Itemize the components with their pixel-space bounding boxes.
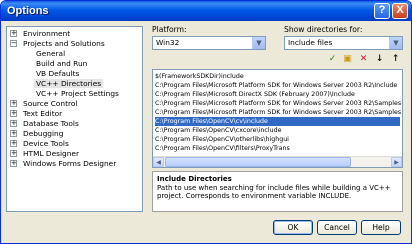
dialog-title: Options: [7, 5, 49, 17]
scroll-thumb[interactable]: [165, 157, 351, 167]
description-panel: Include Directories Path to use when sea…: [152, 171, 403, 212]
list-item[interactable]: C:\Program Files\OpenCV\otherlibs\highgu…: [155, 135, 289, 144]
list-item[interactable]: C:\Program Files\OpenCV\cxcore\include: [155, 126, 281, 135]
platform-label: Platform:: [152, 25, 187, 34]
expand-icon[interactable]: +: [10, 110, 17, 117]
list-item-selected[interactable]: C:\Program Files\OpenCV\cv\include: [155, 117, 400, 126]
platform-select[interactable]: Win32 ▼: [152, 36, 266, 50]
expand-icon[interactable]: +: [10, 130, 17, 137]
expand-icon[interactable]: +: [10, 160, 17, 167]
check-icon[interactable]: ✓: [326, 53, 339, 66]
expand-icon[interactable]: +: [10, 140, 17, 147]
title-bar[interactable]: Options ? X: [1, 1, 411, 21]
options-dialog: Options ? X + Environment − Projects and…: [0, 0, 412, 244]
platform-value: Win32: [156, 38, 180, 47]
tree-item-windows-forms-designer[interactable]: Windows Forms Designer: [21, 158, 118, 169]
list-item[interactable]: C:\Program Files\Microsoft Platform SDK …: [155, 108, 401, 117]
cancel-button[interactable]: Cancel: [317, 220, 357, 235]
show-directories-label: Show directories for:: [284, 25, 363, 34]
collapse-icon[interactable]: −: [10, 40, 17, 47]
options-tree[interactable]: + Environment − Projects and Solutions G…: [6, 26, 143, 212]
expand-icon[interactable]: +: [10, 150, 17, 157]
help-title-button[interactable]: ?: [374, 3, 390, 19]
scroll-right-icon[interactable]: ▶: [391, 157, 402, 167]
list-item[interactable]: C:\Program Files\OpenCV\filters\ProxyTra…: [155, 144, 290, 153]
delete-icon[interactable]: ✕: [357, 53, 370, 66]
description-text: Path to use when searching for include f…: [157, 184, 391, 200]
close-button[interactable]: X: [392, 3, 408, 19]
show-directories-value: Include files: [288, 38, 333, 47]
description-title: Include Directories: [157, 175, 232, 183]
scroll-left-icon[interactable]: ◀: [153, 157, 164, 167]
expand-icon[interactable]: +: [10, 30, 17, 37]
horizontal-scrollbar[interactable]: ◀ ▶: [153, 156, 402, 167]
chevron-down-icon[interactable]: ▼: [389, 37, 402, 49]
expand-icon[interactable]: +: [10, 100, 17, 107]
chevron-down-icon[interactable]: ▼: [252, 37, 265, 49]
directories-list[interactable]: $(FrameworkSDKDir)include C:\Program Fil…: [152, 69, 403, 168]
move-down-icon[interactable]: ↓: [373, 53, 386, 66]
list-item[interactable]: C:\Program Files\Microsoft Platform SDK …: [155, 81, 397, 90]
help-button[interactable]: Help: [361, 220, 401, 235]
move-up-icon[interactable]: ↑: [389, 53, 402, 66]
list-item[interactable]: $(FrameworkSDKDir)include: [155, 72, 244, 81]
list-item[interactable]: C:\Program Files\Microsoft DirectX SDK (…: [155, 90, 355, 99]
expand-icon[interactable]: +: [10, 120, 17, 127]
show-directories-select[interactable]: Include files ▼: [284, 36, 403, 50]
new-folder-icon[interactable]: ▣: [341, 53, 354, 66]
ok-button[interactable]: OK: [273, 220, 313, 235]
list-item[interactable]: C:\Program Files\Microsoft Platform SDK …: [155, 99, 401, 108]
